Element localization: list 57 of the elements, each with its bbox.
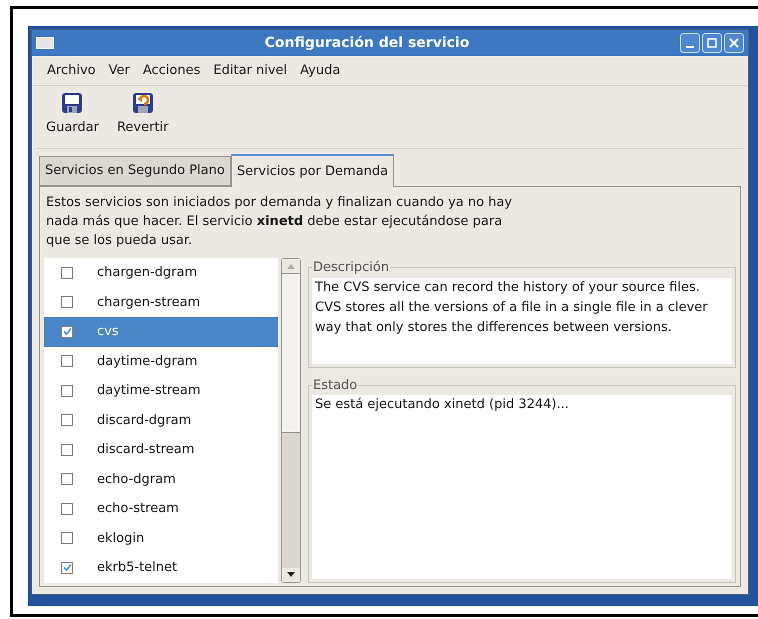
checkmark-icon bbox=[62, 563, 72, 572]
service-name: echo-dgram bbox=[97, 470, 176, 488]
status-text: Se está ejecutando xinetd (pid 3244)... bbox=[315, 396, 570, 414]
menu-item[interactable]: Editar nivel bbox=[213, 60, 288, 80]
service-row[interactable]: daytime-dgram bbox=[44, 346, 278, 376]
frame-label: Descripción bbox=[312, 259, 390, 277]
service-name: daytime-stream bbox=[97, 382, 201, 400]
service-name: chargen-dgram bbox=[97, 264, 198, 282]
description-text: The CVS service can record the history of your source files. CVS stores all the versions of a file in a single file in a clever way that only stores the differences between versions. bbox=[312, 278, 732, 364]
service-row[interactable]: chargen-stream bbox=[44, 288, 278, 317]
checkbox[interactable] bbox=[61, 414, 73, 426]
service-name: daytime-dgram bbox=[97, 352, 198, 370]
service-name: ekrb5-telnet bbox=[97, 559, 178, 577]
service-name: chargen-stream bbox=[97, 294, 200, 312]
checkbox[interactable] bbox=[61, 296, 73, 308]
service-row[interactable]: echo-dgram bbox=[44, 464, 278, 494]
checkbox[interactable] bbox=[61, 532, 73, 544]
minimize-icon[interactable] bbox=[680, 33, 700, 53]
checkbox[interactable] bbox=[61, 326, 73, 338]
checkbox[interactable] bbox=[61, 444, 73, 456]
menu-item[interactable]: Acciones bbox=[142, 60, 200, 80]
service-name: discard-stream bbox=[97, 441, 194, 459]
maximize-icon[interactable] bbox=[702, 33, 722, 53]
checkmark-icon bbox=[62, 327, 72, 336]
scrollbar-thumb[interactable] bbox=[282, 273, 300, 433]
menu-item[interactable]: Archivo bbox=[47, 60, 96, 80]
service-name: discard-dgram bbox=[97, 412, 192, 430]
scroll-up-icon[interactable] bbox=[287, 264, 295, 268]
close-icon[interactable] bbox=[724, 33, 744, 53]
checkbox[interactable] bbox=[61, 473, 73, 486]
scrollbar[interactable] bbox=[281, 258, 301, 582]
service-row[interactable]: eklogin bbox=[44, 524, 278, 553]
tab[interactable]: Servicios en Segundo Plano bbox=[39, 156, 231, 186]
checkbox[interactable] bbox=[61, 266, 73, 279]
service-row[interactable]: daytime-stream bbox=[44, 376, 278, 406]
toolbar-button[interactable]: Revertir bbox=[114, 92, 171, 148]
window-title: Configuración del servicio bbox=[264, 34, 470, 52]
service-row[interactable]: cvs bbox=[44, 317, 278, 346]
service-name: echo-stream bbox=[97, 500, 179, 518]
checkbox[interactable] bbox=[61, 384, 73, 397]
toolbar-button[interactable]: Guardar bbox=[44, 92, 101, 148]
scroll-down-icon[interactable] bbox=[287, 572, 295, 577]
service-row[interactable]: chargen-dgram bbox=[44, 258, 278, 288]
checkbox[interactable] bbox=[61, 355, 73, 368]
service-name: eklogin bbox=[97, 530, 144, 548]
intro-text: Estos servicios son iniciados por demanda y finalizan cuando ya no hay nada más que hacer. El servicio xinetd debe estar ejecutándose para que se los pueda usar. bbox=[45, 194, 514, 250]
service-row[interactable]: echo-stream bbox=[44, 494, 278, 524]
service-row[interactable]: discard-dgram bbox=[44, 406, 278, 435]
menu-item[interactable]: Ver bbox=[108, 60, 130, 80]
frame-label: Estado bbox=[312, 376, 358, 394]
service-name: cvs bbox=[97, 323, 119, 341]
checkbox[interactable] bbox=[61, 562, 73, 574]
service-row[interactable]: discard-stream bbox=[44, 435, 278, 464]
tab[interactable]: Servicios por Demanda bbox=[230, 154, 394, 187]
service-row[interactable]: ekrb5-telnet bbox=[44, 553, 278, 582]
checkbox[interactable] bbox=[61, 502, 73, 515]
menu-item[interactable]: Ayuda bbox=[300, 60, 340, 80]
